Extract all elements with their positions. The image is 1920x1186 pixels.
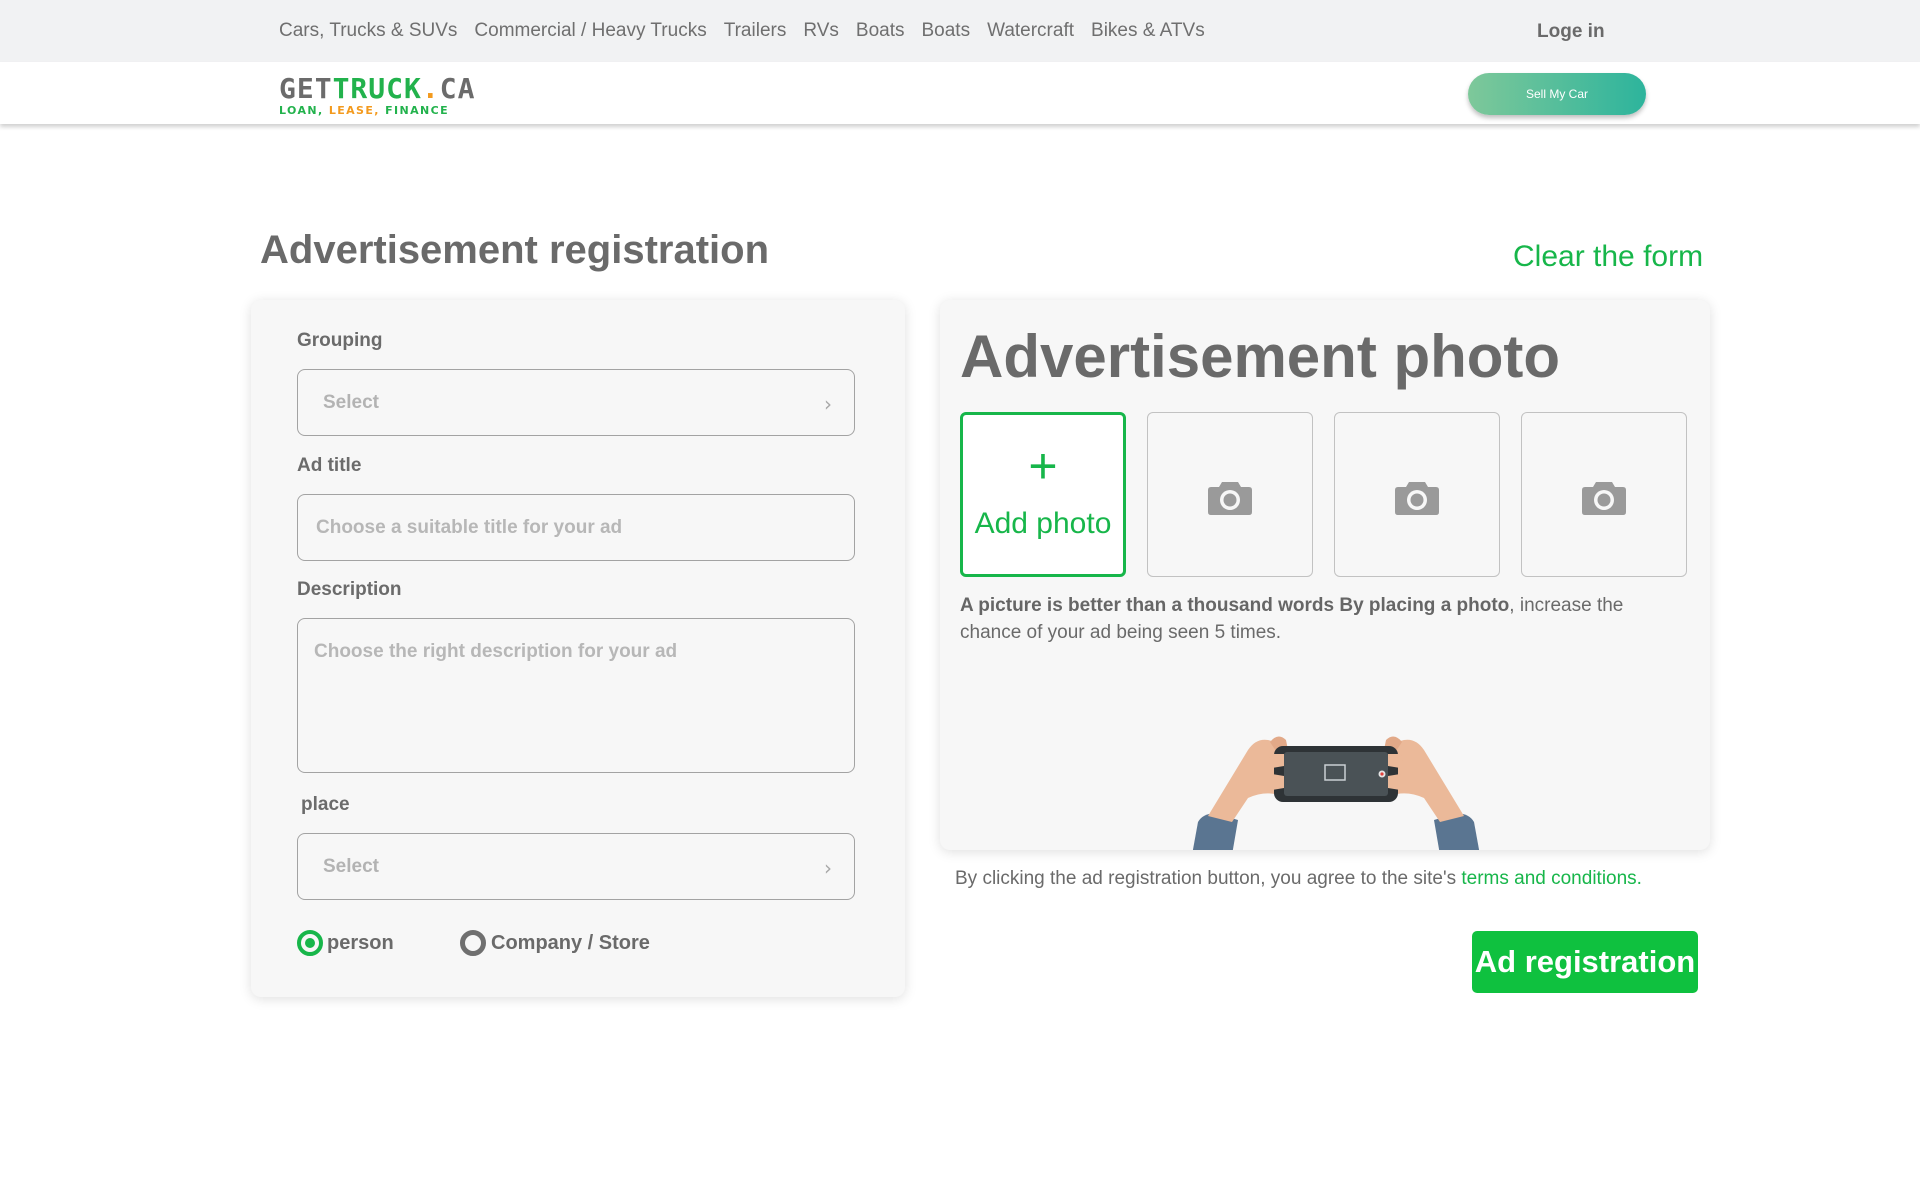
sell-my-car-button[interactable]: Sell My Car [1468,73,1646,115]
add-photo-label: Add photo [974,507,1112,540]
place-select[interactable]: Select › [297,833,855,900]
terms-notice: By clicking the ad registration button, … [955,868,1642,890]
terms-and-conditions-link[interactable]: terms and conditions. [1461,868,1642,889]
camera-icon [1208,482,1252,515]
photo-hint-text: A picture is better than a thousand word… [960,592,1680,646]
category-nav: Cars, Trucks & SUVs Commercial / Heavy T… [279,20,1205,42]
chevron-right-icon: › [824,856,832,880]
tagline-lease: LEASE, [328,104,386,117]
nav-link-boats-2[interactable]: Boats [922,20,971,42]
grouping-label: Grouping [297,330,383,351]
grouping-select[interactable]: Select › [297,369,855,436]
ad-photo-card: Advertisement photo + Add photo A pictur… [940,300,1710,850]
logo-tagline: LOAN, LEASE, FINANCE [279,104,449,117]
grouping-select-value: Select [323,392,379,413]
nav-link-bikes[interactable]: Bikes & ATVs [1091,20,1205,42]
logo-ca: CA [439,72,476,105]
page-title: Advertisement registration [260,228,770,272]
nav-link-trailers[interactable]: Trailers [724,20,787,42]
clear-form-link[interactable]: Clear the form [1513,240,1703,274]
place-select-value: Select [323,856,379,877]
logo-wordmark: GETTRUCK.CA [279,74,475,104]
photo-slot[interactable] [1334,412,1500,577]
logo[interactable]: GETTRUCK.CA LOAN, LEASE, FINANCE [279,74,474,118]
ad-registration-button[interactable]: Ad registration [1472,931,1698,993]
seller-type-company-option[interactable]: Company / Store [460,930,650,956]
tagline-finance: FINANCE [385,104,450,117]
chevron-right-icon: › [824,392,832,416]
camera-icon [1395,482,1439,515]
terms-text: By clicking the ad registration button, … [955,868,1462,889]
nav-link-rvs[interactable]: RVs [803,20,839,42]
nav-link-watercraft[interactable]: Watercraft [987,20,1074,42]
top-nav-bar: Cars, Trucks & SUVs Commercial / Heavy T… [0,0,1920,62]
photo-slot[interactable] [1147,412,1313,577]
hands-phone-illustration [1192,736,1480,850]
ad-title-label: Ad title [297,455,362,476]
description-label: Description [297,579,402,600]
plus-icon: + [1028,438,1058,494]
ad-details-card: Grouping Select › Ad title Description p… [251,300,905,997]
company-radio-label: Company / Store [491,931,650,954]
photo-hint-bold: A picture is better than a thousand word… [960,595,1510,616]
logo-get: GET [279,72,333,105]
nav-link-boats[interactable]: Boats [856,20,905,42]
camera-icon [1582,482,1626,515]
seller-type-person-option[interactable]: person [297,930,394,956]
photo-section-title: Advertisement photo [960,323,1561,390]
photo-slot[interactable] [1521,412,1687,577]
description-textarea[interactable] [297,618,855,773]
add-photo-button[interactable]: + Add photo [960,412,1126,577]
ad-title-input[interactable] [297,494,855,561]
nav-link-commercial[interactable]: Commercial / Heavy Trucks [474,20,706,42]
radio-unselected-icon[interactable] [460,930,486,956]
logo-truck: TRUCK [332,72,422,105]
logo-dot: . [421,72,440,105]
place-label: place [301,794,350,815]
radio-selected-icon[interactable] [297,930,323,956]
login-link[interactable]: Loge in [1537,21,1605,43]
nav-link-cars[interactable]: Cars, Trucks & SUVs [279,20,457,42]
person-radio-label: person [327,931,394,954]
tagline-loan: LOAN, [279,104,329,117]
